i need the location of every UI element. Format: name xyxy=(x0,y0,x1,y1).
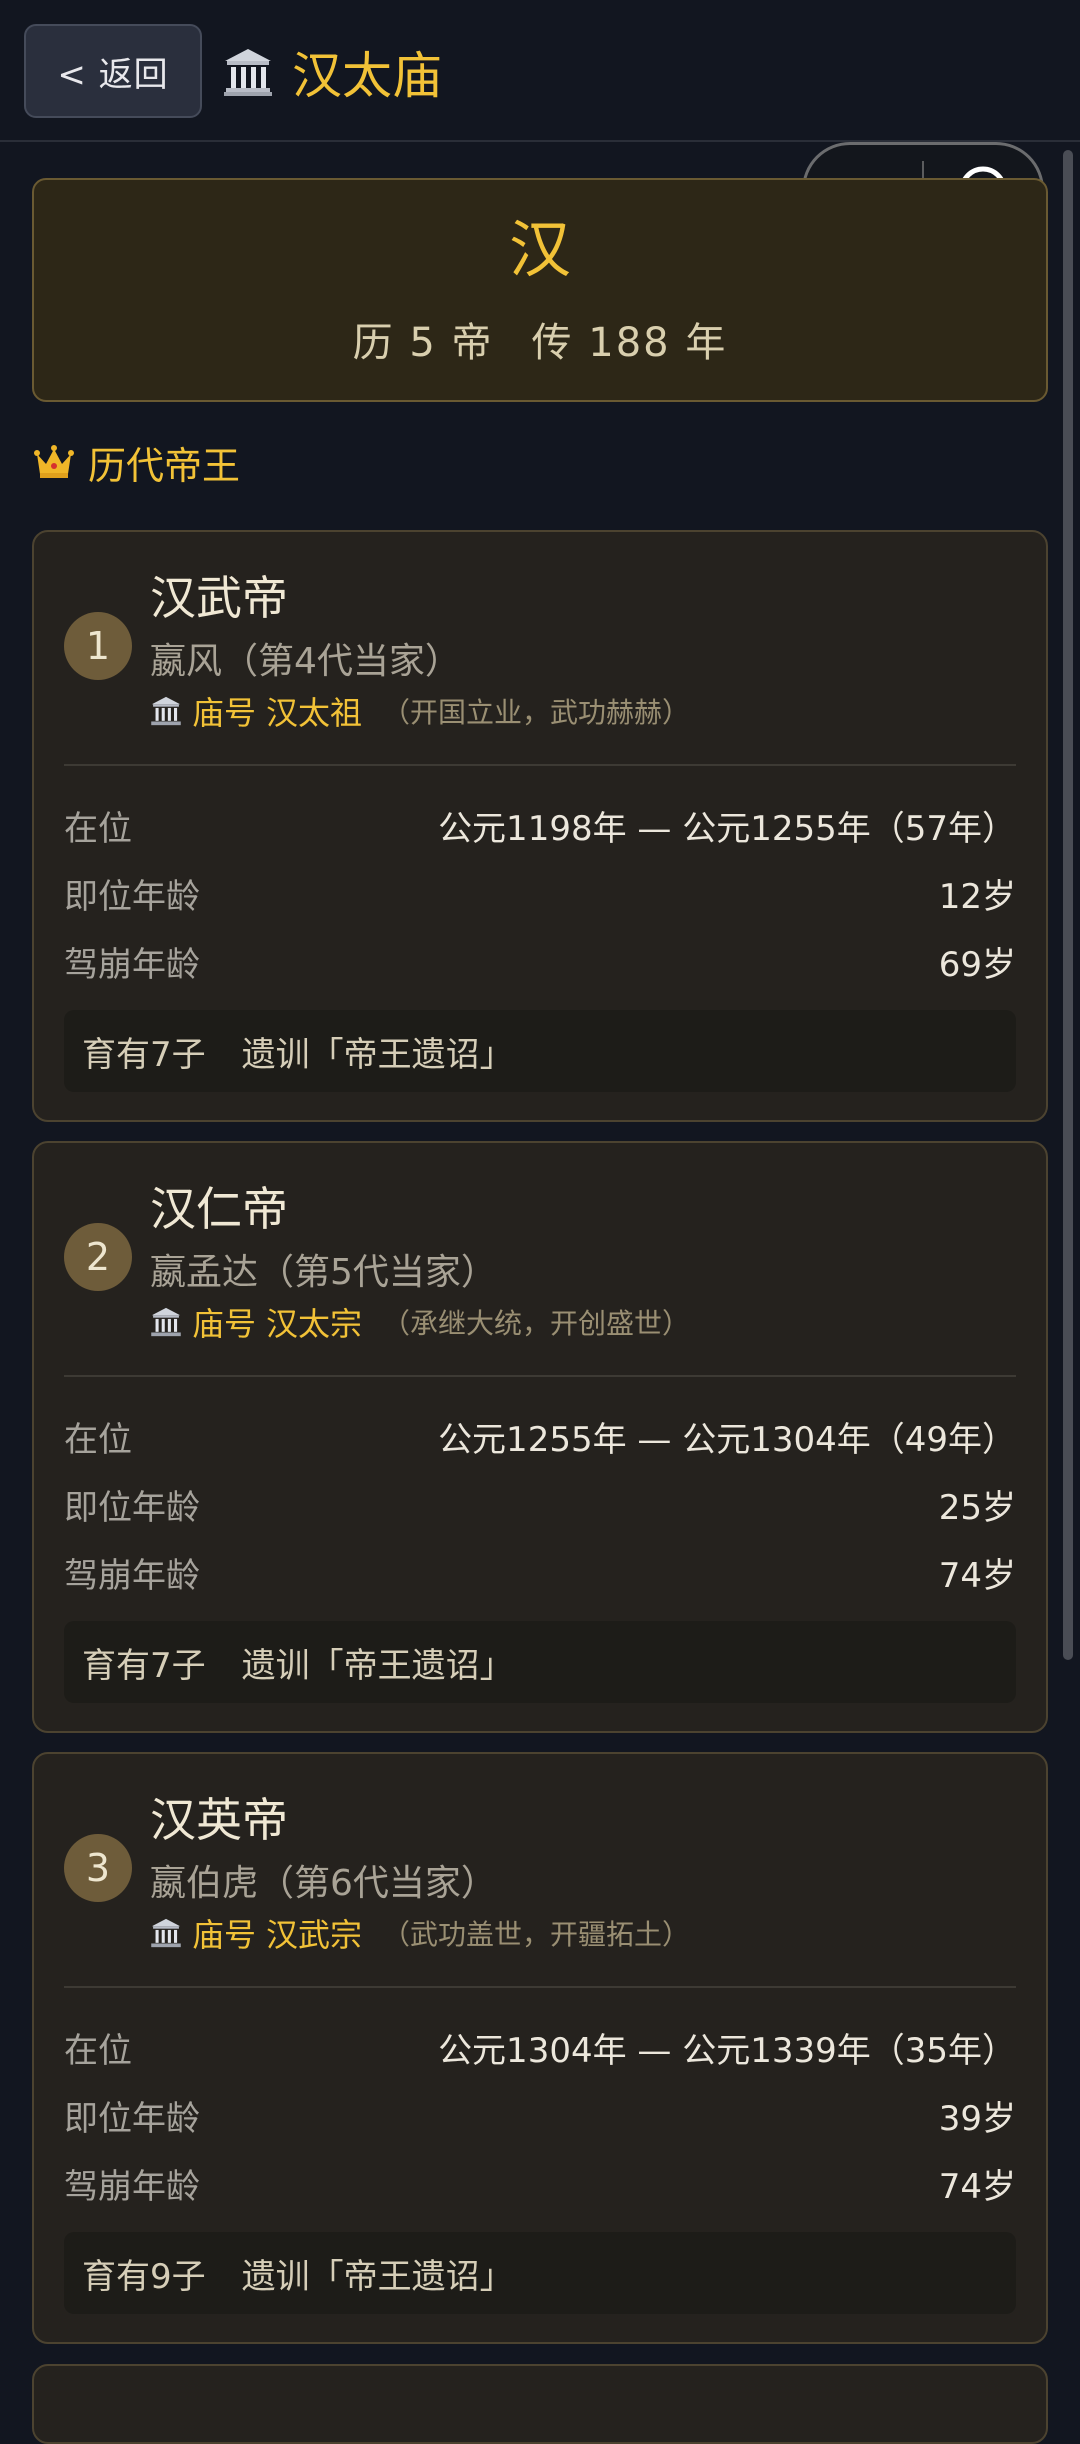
reign-row: 在位 公元1255年 — 公元1304年（49年） xyxy=(64,1411,1016,1461)
reign-label: 在位 xyxy=(64,1419,132,1460)
temple-name-line: 庙号 汉太祖 （开国立业，武功赫赫） xyxy=(150,688,690,734)
dynasty-summary-card: 汉 历 5 帝 传 188 年 xyxy=(32,178,1048,402)
temple-prefix: 庙号 xyxy=(192,694,257,732)
section-header: 历代帝王 xyxy=(34,432,240,492)
page-title: 汉太庙 xyxy=(292,47,442,105)
classical-building-icon xyxy=(222,46,274,98)
crown-icon xyxy=(34,444,74,480)
emperor-index-badge: 1 xyxy=(64,612,132,680)
legacy-box: 育有7子 遗训「帝王遗诏」 xyxy=(64,1621,1016,1703)
emperor-index-badge: 3 xyxy=(64,1834,132,1902)
legacy-edict: 遗训「帝王遗诏」 xyxy=(241,1034,514,1075)
emperor-clan: 嬴伯虎（第6代当家） xyxy=(150,1863,497,1904)
accession-age-value: 25岁 xyxy=(938,1487,1016,1528)
card-divider xyxy=(64,1986,1016,1988)
reign-value: 公元1304年 — 公元1339年（35年） xyxy=(438,2030,1016,2071)
temple-name: 汉太宗 xyxy=(266,1305,363,1343)
death-age-value: 74岁 xyxy=(938,1555,1016,1596)
temple-name: 汉太祖 xyxy=(266,694,363,732)
emperor-clan: 嬴风（第4代当家） xyxy=(150,641,461,682)
accession-age-row: 即位年龄 12岁 xyxy=(64,868,1016,918)
legacy-edict: 遗训「帝王遗诏」 xyxy=(241,2256,514,2297)
emperor-card-partial[interactable] xyxy=(32,2364,1048,2444)
death-age-label: 驾崩年龄 xyxy=(64,1555,200,1596)
temple-description: （武功盖世，开疆拓土） xyxy=(382,1918,691,1951)
legacy-edict: 遗训「帝王遗诏」 xyxy=(241,1645,514,1686)
children-count: 育有7子 xyxy=(82,1034,206,1075)
emperor-name: 汉武帝 xyxy=(150,571,288,625)
top-bar: < 返回 汉太庙 xyxy=(0,0,1080,142)
children-count: 育有7子 xyxy=(82,1645,206,1686)
reign-value: 公元1198年 — 公元1255年（57年） xyxy=(438,808,1016,849)
reign-label: 在位 xyxy=(64,2030,132,2071)
legacy-box: 育有9子 遗训「帝王遗诏」 xyxy=(64,2232,1016,2314)
accession-age-label: 即位年龄 xyxy=(64,876,200,917)
death-age-value: 74岁 xyxy=(938,2166,1016,2207)
section-title: 历代帝王 xyxy=(88,443,241,488)
accession-age-row: 即位年龄 39岁 xyxy=(64,2090,1016,2140)
dynasty-name: 汉 xyxy=(508,213,571,286)
temple-name-line: 庙号 汉太宗 （承继大统，开创盛世） xyxy=(150,1299,690,1345)
scrollbar[interactable] xyxy=(1063,150,1073,1660)
accession-age-row: 即位年龄 25岁 xyxy=(64,1479,1016,1529)
emperor-count: 历 5 帝 xyxy=(352,320,494,367)
card-divider xyxy=(64,1375,1016,1377)
death-age-row: 驾崩年龄 74岁 xyxy=(64,1547,1016,1597)
death-age-value: 69岁 xyxy=(938,944,1016,985)
temple-description: （开国立业，武功赫赫） xyxy=(382,696,691,729)
emperor-name: 汉仁帝 xyxy=(150,1182,288,1236)
accession-age-value: 39岁 xyxy=(938,2098,1016,2139)
page-title-group: 汉太庙 xyxy=(222,30,442,114)
accession-age-label: 即位年龄 xyxy=(64,1487,200,1528)
dynasty-duration: 传 188 年 xyxy=(531,320,728,367)
emperor-card[interactable]: 2 汉仁帝 嬴孟达（第5代当家） 庙号 汉太宗 （承继大统，开创盛世） 在位 公… xyxy=(32,1141,1048,1733)
emperor-name: 汉英帝 xyxy=(150,1793,288,1847)
death-age-label: 驾崩年龄 xyxy=(64,944,200,985)
emperor-clan: 嬴孟达（第5代当家） xyxy=(150,1252,497,1293)
emperor-index-badge: 2 xyxy=(64,1223,132,1291)
reign-row: 在位 公元1304年 — 公元1339年（35年） xyxy=(64,2022,1016,2072)
card-divider xyxy=(64,764,1016,766)
death-age-row: 驾崩年龄 74岁 xyxy=(64,2158,1016,2208)
temple-description: （承继大统，开创盛世） xyxy=(382,1307,691,1340)
reign-row: 在位 公元1198年 — 公元1255年（57年） xyxy=(64,800,1016,850)
temple-prefix: 庙号 xyxy=(192,1916,257,1954)
reign-value: 公元1255年 — 公元1304年（49年） xyxy=(438,1419,1016,1460)
classical-building-icon xyxy=(150,695,182,727)
dynasty-stats: 历 5 帝 传 188 年 xyxy=(34,310,1046,368)
death-age-label: 驾崩年龄 xyxy=(64,2166,200,2207)
reign-label: 在位 xyxy=(64,808,132,849)
temple-name: 汉武宗 xyxy=(266,1916,363,1954)
emperor-card[interactable]: 3 汉英帝 嬴伯虎（第6代当家） 庙号 汉武宗 （武功盖世，开疆拓土） 在位 公… xyxy=(32,1752,1048,2344)
children-count: 育有9子 xyxy=(82,2256,206,2297)
accession-age-value: 12岁 xyxy=(938,876,1016,917)
temple-prefix: 庙号 xyxy=(192,1305,257,1343)
death-age-row: 驾崩年龄 69岁 xyxy=(64,936,1016,986)
temple-name-line: 庙号 汉武宗 （武功盖世，开疆拓土） xyxy=(150,1910,690,1956)
emperor-card[interactable]: 1 汉武帝 嬴风（第4代当家） 庙号 汉太祖 （开国立业，武功赫赫） 在位 公元… xyxy=(32,530,1048,1122)
classical-building-icon xyxy=(150,1306,182,1338)
accession-age-label: 即位年龄 xyxy=(64,2098,200,2139)
back-button[interactable]: < 返回 xyxy=(24,24,202,118)
classical-building-icon xyxy=(150,1917,182,1949)
legacy-box: 育有7子 遗训「帝王遗诏」 xyxy=(64,1010,1016,1092)
